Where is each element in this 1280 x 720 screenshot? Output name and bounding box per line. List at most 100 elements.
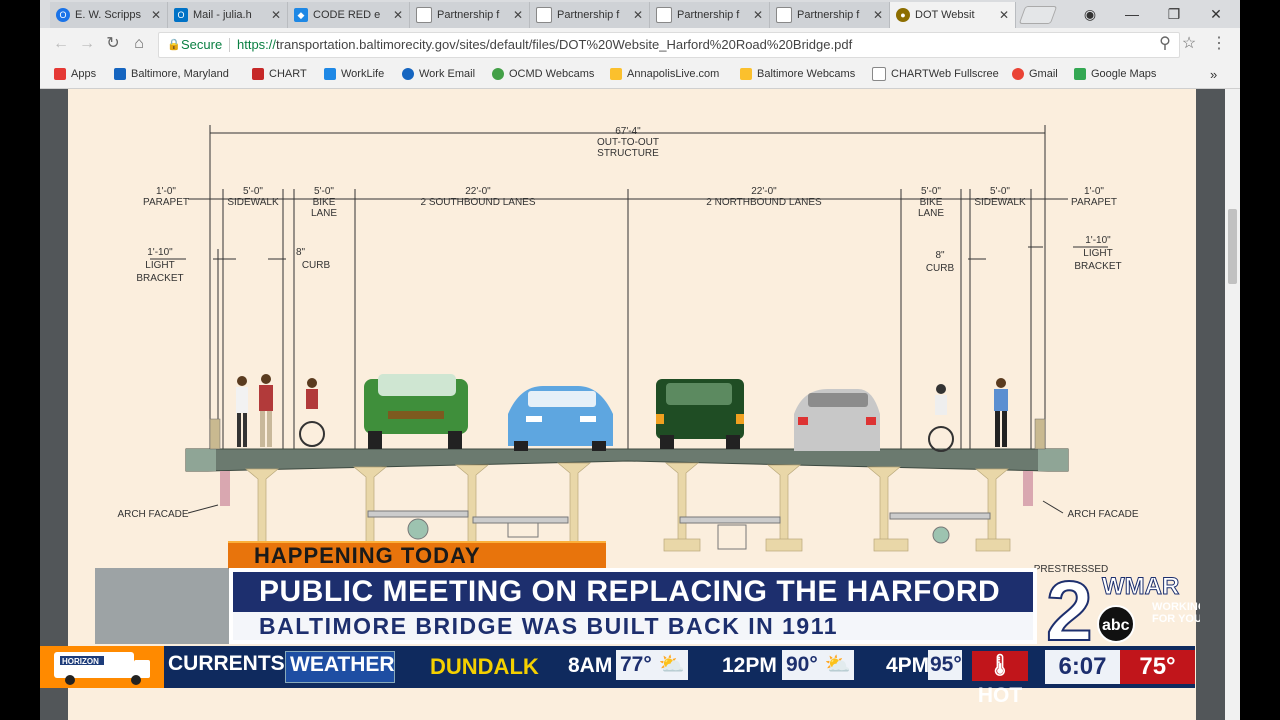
bookmarks-bar: Apps Baltimore, Maryland CHART WorkLife …	[40, 60, 1240, 89]
right-light-bracket-label: 1'-10" LIGHT BRACKET	[1068, 234, 1128, 273]
forecast-time-2: 12PM	[722, 654, 777, 677]
bookmark-gmail[interactable]: Gmail	[1012, 66, 1058, 82]
close-icon[interactable]: ✕	[149, 8, 163, 22]
sponsor-logo-box	[95, 568, 229, 644]
new-tab-button[interactable]	[1018, 6, 1058, 24]
worklife-icon	[324, 68, 336, 80]
scripps-icon: O	[56, 8, 70, 22]
minimize-button[interactable]: —	[1112, 0, 1152, 28]
left-bike-dim: 5'-0"	[314, 186, 334, 197]
bookmark-work-email[interactable]: Work Email	[402, 66, 475, 82]
right-curb-text: CURB	[925, 263, 955, 274]
zoom-icon[interactable]: ⚲	[1154, 34, 1176, 54]
restore-button[interactable]: ❐	[1154, 0, 1194, 28]
bookmark-worklife[interactable]: WorkLife	[324, 66, 384, 82]
bookmark-star-icon[interactable]: ☆	[1178, 34, 1200, 54]
headline-bar: PUBLIC MEETING ON REPLACING THE HARFORD …	[233, 572, 1033, 642]
right-parapet-text: PARAPET	[1071, 197, 1117, 208]
tab-code-red[interactable]: ◆ CODE RED e ✕	[288, 2, 410, 28]
people-icon	[114, 68, 126, 80]
apps-grid-icon	[54, 68, 66, 80]
close-icon[interactable]: ✕	[391, 8, 405, 22]
url-rest: transportation.baltimorecity.gov/sites/d…	[276, 37, 853, 52]
bookmark-chart[interactable]: CHART	[252, 66, 307, 82]
forecast-temp-2: 90°	[782, 650, 822, 680]
wmar-abc2-logo: 2 WMAR abc WORKING FOR YOU	[1045, 568, 1200, 650]
more-bookmarks-button[interactable]: »	[1210, 66, 1217, 82]
tab-mail[interactable]: O Mail - julia.h ✕	[168, 2, 288, 28]
back-button[interactable]: ←	[50, 34, 72, 54]
google-icon	[1012, 68, 1024, 80]
weather-ticker: HORIZON CURRENTS WEATHER DUNDALK 8AM 77°…	[40, 646, 1195, 707]
left-arch-facade-label: ARCH FACADE	[117, 509, 189, 520]
tab-label: E. W. Scripps	[75, 9, 142, 21]
right-bracket-text-1: LIGHT	[1083, 248, 1113, 259]
station-name: WMAR	[1102, 573, 1179, 600]
bookmark-annapolis[interactable]: AnnapolisLive.com	[610, 66, 719, 82]
home-icon[interactable]: ⌂	[128, 34, 150, 54]
profile-icon[interactable]: ◉	[1070, 0, 1110, 28]
bookmark-baltimore-webcams[interactable]: Baltimore Webcams	[740, 66, 855, 82]
bookmark-ocmd[interactable]: OCMD Webcams	[492, 66, 594, 82]
heat-alert-text: HOT	[977, 684, 1023, 707]
northbound-dim: 22'-0"	[751, 186, 777, 197]
bookmark-apps[interactable]: Apps	[54, 66, 96, 82]
bookmark-chartweb[interactable]: CHARTWeb Fullscree	[872, 66, 999, 82]
left-bike-lane-label: 5'-0" BIKE LANE	[304, 186, 344, 219]
document-icon	[872, 67, 886, 81]
tab-dot-website[interactable]: ● DOT Websit ✕	[890, 2, 1016, 28]
car-silver-sedan	[794, 389, 880, 451]
right-bike-text-1: BIKE	[919, 197, 943, 208]
partly-sunny-icon: ⛅	[822, 650, 854, 680]
folder-icon	[740, 68, 752, 80]
northbound-text: 2 NORTHBOUND LANES	[706, 197, 822, 208]
left-bracket-dim: 1'-10"	[147, 247, 173, 258]
happening-today-text: HAPPENING TODAY	[254, 543, 481, 568]
left-curb-dim: 8"	[296, 247, 306, 258]
pdf-scrollbar[interactable]	[1225, 89, 1240, 720]
bookmark-label: CHARTWeb Fullscree	[891, 68, 999, 80]
tab-partnership-2[interactable]: Partnership f ✕	[530, 2, 650, 28]
window-close-button[interactable]: ✕	[1196, 0, 1236, 28]
overall-dim: 67'-4"	[615, 126, 641, 137]
slogan-line-1: WORKING	[1152, 601, 1200, 613]
close-icon[interactable]: ✕	[269, 8, 283, 22]
right-curb-dim: 8"	[935, 250, 945, 261]
left-sidewalk-text: SIDEWALK	[227, 197, 279, 208]
right-bike-dim: 5'-0"	[921, 186, 941, 197]
bookmark-baltimore[interactable]: Baltimore, Maryland	[114, 66, 229, 82]
close-icon[interactable]: ✕	[871, 8, 885, 22]
bookmark-label: AnnapolisLive.com	[627, 68, 720, 80]
bookmark-label: Baltimore Webcams	[757, 68, 856, 80]
lower-third: PUBLIC MEETING ON REPLACING THE HARFORD …	[229, 568, 1037, 644]
tab-partnership-4[interactable]: Partnership f ✕	[770, 2, 890, 28]
forecast-time-1: 8AM	[568, 654, 613, 677]
thermometer-icon: 🌡	[986, 654, 1014, 677]
close-icon[interactable]: ✕	[511, 8, 525, 22]
close-icon[interactable]: ✕	[751, 8, 765, 22]
address-bar[interactable]: 🔒 Secure https://transportation.baltimor…	[158, 32, 1180, 58]
tab-label: Mail - julia.h	[193, 9, 252, 21]
right-curb-label: 8" CURB	[920, 249, 960, 275]
ticker-city: DUNDALK	[430, 654, 539, 679]
happening-today-tag: HAPPENING TODAY	[228, 541, 606, 569]
car-blue-sedan	[508, 386, 613, 451]
scrollbar-thumb[interactable]	[1228, 209, 1237, 284]
bookmark-label: Gmail	[1029, 68, 1058, 80]
right-bracket-text-2: BRACKET	[1074, 261, 1122, 272]
car-green-truck	[364, 374, 468, 449]
maps-icon	[1074, 68, 1086, 80]
car-green-hatchback	[656, 379, 744, 449]
advertiser-name: HORIZON	[62, 657, 99, 666]
tab-partnership-3[interactable]: Partnership f ✕	[650, 2, 770, 28]
bookmark-google-maps[interactable]: Google Maps	[1074, 66, 1156, 82]
tab-label: Partnership f	[437, 9, 500, 21]
bookmark-label: Work Email	[419, 68, 476, 80]
forward-button[interactable]: →	[76, 34, 98, 54]
close-icon[interactable]: ✕	[997, 8, 1011, 22]
reload-button[interactable]: ↻	[102, 34, 124, 54]
tab-ew-scripps[interactable]: O E. W. Scripps ✕	[50, 2, 168, 28]
menu-icon[interactable]: ⋮	[1208, 34, 1230, 54]
close-icon[interactable]: ✕	[631, 8, 645, 22]
tab-partnership-1[interactable]: Partnership f ✕	[410, 2, 530, 28]
